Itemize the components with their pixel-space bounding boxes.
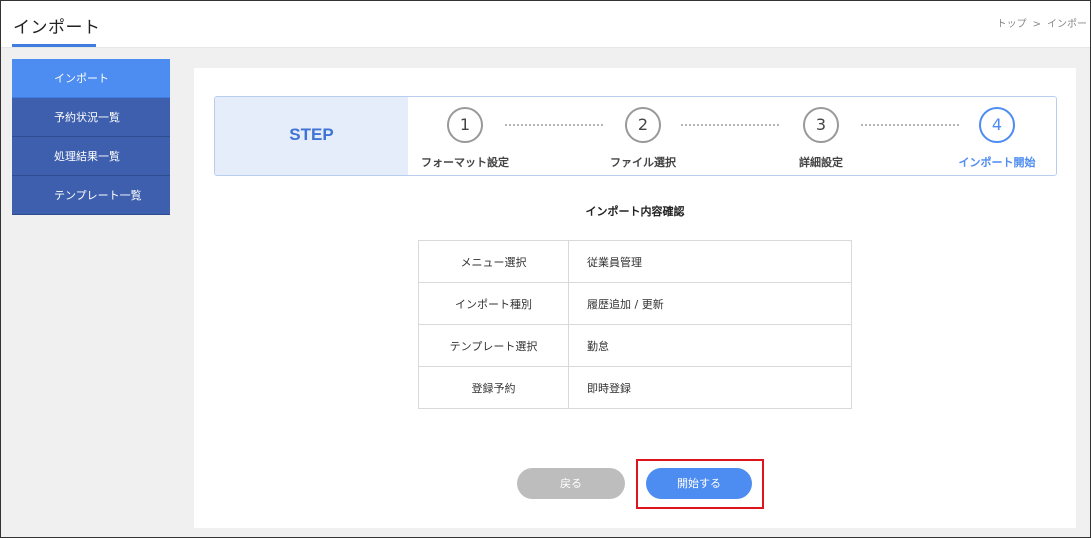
row-value: 勤怠	[568, 324, 852, 367]
table-row: テンプレート選択 勤怠	[418, 324, 852, 367]
breadcrumb-current: インポー	[1047, 19, 1087, 30]
app-window: インポート トップ > インポー インポート 予約状況一覧 処理結果一覧 テンプレー…	[0, 0, 1091, 538]
step-number: 3	[803, 107, 839, 143]
breadcrumb-separator: >	[1032, 19, 1041, 30]
step-4: 4 インポート開始	[937, 97, 1056, 175]
step-indicator: STEP 1 フォーマット設定 2 ファイル選択 3 詳細設定 4 インポート開…	[214, 96, 1057, 176]
row-value: 履歴追加 / 更新	[568, 282, 852, 325]
table-row: インポート種別 履歴追加 / 更新	[418, 282, 852, 325]
row-key: 登録予約	[418, 366, 569, 409]
row-value: 即時登録	[568, 366, 852, 409]
sidebar-item-reservation-status[interactable]: 予約状況一覧	[12, 98, 170, 137]
main-card: STEP 1 フォーマット設定 2 ファイル選択 3 詳細設定 4 インポート開…	[194, 68, 1076, 528]
step-number: 4	[979, 107, 1015, 143]
step-label: インポート開始	[958, 156, 1036, 169]
step-1: 1 フォーマット設定	[405, 97, 525, 175]
step-label: ファイル選択	[610, 156, 676, 169]
page-title: インポート	[13, 18, 101, 38]
step-number: 1	[447, 107, 483, 143]
step-3: 3 詳細設定	[761, 97, 881, 175]
confirmation-table: メニュー選択 従業員管理 インポート種別 履歴追加 / 更新 テンプレート選択 …	[418, 240, 852, 409]
row-key: インポート種別	[418, 282, 569, 325]
confirmation-title: インポート内容確認	[585, 205, 685, 218]
breadcrumb: トップ > インポー	[994, 15, 1090, 30]
page-header: インポート トップ > インポー	[1, 1, 1090, 48]
step-label: 詳細設定	[799, 156, 843, 169]
start-button-highlight	[636, 459, 764, 509]
back-button[interactable]: 戻る	[517, 468, 625, 499]
sidebar-item-processing-results[interactable]: 処理結果一覧	[12, 137, 170, 176]
row-value: 従業員管理	[568, 240, 852, 283]
step-label: フォーマット設定	[421, 156, 509, 169]
title-underline	[12, 44, 96, 47]
row-key: テンプレート選択	[418, 324, 569, 367]
breadcrumb-top-link[interactable]: トップ	[997, 19, 1027, 30]
table-row: 登録予約 即時登録	[418, 366, 852, 409]
sidebar: インポート 予約状況一覧 処理結果一覧 テンプレート一覧	[12, 59, 170, 215]
sidebar-item-templates[interactable]: テンプレート一覧	[12, 176, 170, 215]
step-number: 2	[625, 107, 661, 143]
step-2: 2 ファイル選択	[583, 97, 703, 175]
sidebar-item-import[interactable]: インポート	[12, 59, 170, 98]
row-key: メニュー選択	[418, 240, 569, 283]
step-heading: STEP	[215, 97, 408, 175]
table-row: メニュー選択 従業員管理	[418, 240, 852, 283]
